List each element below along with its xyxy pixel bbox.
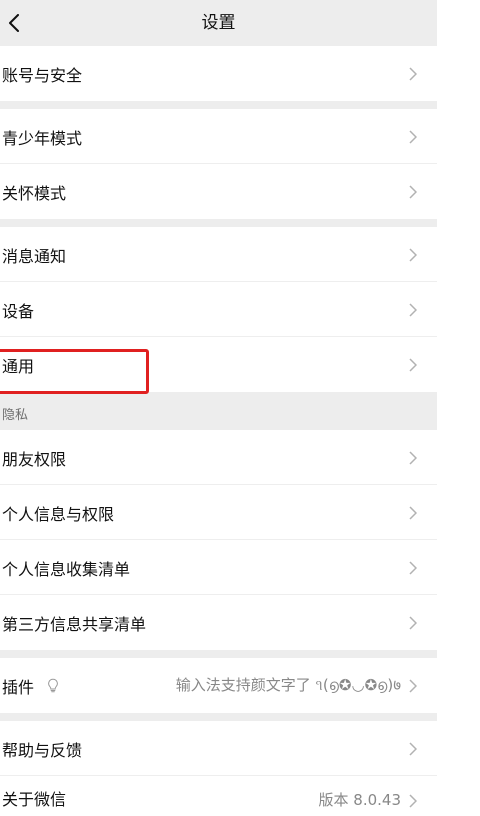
settings-item-about-wechat[interactable]: 关于微信 版本 8.0.43 — [0, 776, 437, 816]
settings-item-personal-info-permissions[interactable]: 个人信息与权限 — [0, 485, 437, 540]
settings-item-teen-mode[interactable]: 青少年模式 — [0, 109, 437, 164]
settings-item-label: 个人信息与权限 — [2, 504, 115, 524]
chevron-right-icon — [409, 357, 417, 372]
settings-item-help-feedback[interactable]: 帮助与反馈 — [0, 721, 437, 776]
navigation-bar: 设置 — [0, 0, 437, 46]
section-title-privacy: 隐私 — [0, 392, 437, 430]
version-text: 版本 8.0.43 — [318, 791, 401, 809]
settings-item-label: 关于微信 — [2, 790, 67, 809]
settings-item-label: 朋友权限 — [2, 449, 67, 469]
settings-item-devices[interactable]: 设备 — [0, 282, 437, 337]
chevron-right-icon — [409, 741, 417, 756]
group-separator — [0, 713, 437, 721]
settings-item-plugins[interactable]: 插件 输入法支持颜文字了 ૧(൭✪◡✪൭)७ — [0, 658, 437, 713]
group-separator — [0, 650, 437, 658]
settings-item-notifications[interactable]: 消息通知 — [0, 227, 437, 282]
chevron-right-icon — [409, 678, 417, 693]
chevron-right-icon — [409, 615, 417, 630]
plugin-status-text: 输入法支持颜文字了 ૧(൭✪◡✪൭)७ — [175, 676, 401, 694]
chevron-right-icon — [409, 450, 417, 465]
chevron-right-icon — [409, 302, 417, 317]
settings-item-label: 设备 — [2, 301, 35, 321]
lightbulb-icon — [46, 678, 60, 694]
settings-item-label: 第三方信息共享清单 — [2, 614, 147, 634]
chevron-right-icon — [409, 129, 417, 144]
settings-item-label: 青少年模式 — [2, 128, 83, 148]
settings-item-label: 消息通知 — [2, 246, 67, 266]
settings-item-third-party-sharing-list[interactable]: 第三方信息共享清单 — [0, 595, 437, 650]
settings-item-info-collection-list[interactable]: 个人信息收集清单 — [0, 540, 437, 595]
chevron-right-icon — [409, 247, 417, 262]
settings-item-label: 通用 — [2, 356, 35, 376]
settings-item-label: 个人信息收集清单 — [2, 559, 131, 579]
settings-screen: 设置 账号与安全 青少年模式 关怀模式 消息通知 设备 通用 隐私 朋友权限 个… — [0, 0, 437, 816]
settings-item-care-mode[interactable]: 关怀模式 — [0, 164, 437, 219]
settings-item-label: 插件 — [2, 677, 35, 697]
chevron-right-icon — [409, 505, 417, 520]
settings-item-label: 账号与安全 — [2, 65, 83, 85]
chevron-right-icon — [409, 66, 417, 81]
settings-item-friend-permissions[interactable]: 朋友权限 — [0, 430, 437, 485]
group-separator — [0, 101, 437, 109]
page-title: 设置 — [201, 13, 236, 33]
settings-item-general[interactable]: 通用 — [0, 337, 437, 392]
group-separator — [0, 219, 437, 227]
chevron-right-icon — [409, 560, 417, 575]
settings-item-label: 关怀模式 — [2, 183, 67, 203]
chevron-right-icon — [409, 184, 417, 199]
settings-item-label: 帮助与反馈 — [2, 740, 83, 760]
chevron-right-icon — [409, 794, 417, 808]
settings-item-account-security[interactable]: 账号与安全 — [0, 46, 437, 101]
